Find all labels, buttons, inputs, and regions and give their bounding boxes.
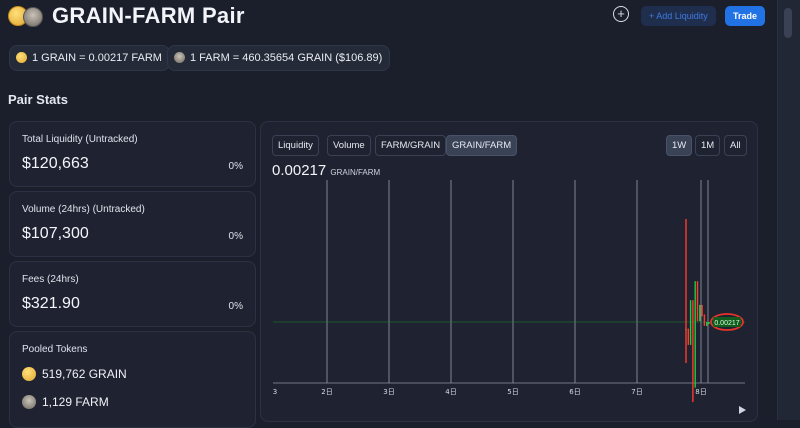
chart-price-unit: GRAIN/FARM (330, 168, 381, 177)
stat-change: 0% (228, 301, 243, 312)
play-icon[interactable] (739, 406, 746, 414)
farm-token-icon (23, 7, 43, 27)
farm-price-text: 1 FARM = 460.35654 GRAIN ($106.89) (190, 52, 383, 64)
stat-label: Fees (24hrs) (22, 274, 79, 285)
range-all[interactable]: All (724, 135, 747, 156)
x-tick-label: 6日 (569, 388, 580, 396)
stat-value: $107,300 (22, 225, 89, 242)
x-tick-label: 8日 (695, 388, 706, 396)
range-1m[interactable]: 1M (695, 135, 721, 156)
tab-grain-farm[interactable]: GRAIN/FARM (446, 135, 518, 156)
stat-change: 0% (228, 161, 243, 172)
x-tick-label: 2日 (321, 388, 332, 396)
tab-farm-grain[interactable]: FARM/GRAIN (375, 135, 447, 156)
x-tick-label: 4日 (445, 388, 456, 396)
farm-token-icon (22, 395, 36, 409)
pooled-tokens-card: Pooled Tokens 519,762 GRAIN 1,129 FARM (9, 331, 256, 428)
page-title: GRAIN-FARM Pair (52, 3, 245, 28)
stat-label: Volume (24hrs) (Untracked) (22, 204, 145, 215)
range-1w[interactable]: 1W (666, 135, 693, 156)
liquidity-card: Total Liquidity (Untracked) $120,663 0% (9, 121, 256, 187)
x-tick-label: 3日 (383, 388, 394, 396)
x-tick-label: 7日 (631, 388, 642, 396)
price-marker-label: 0.00217 (714, 320, 739, 327)
page-scrollbar[interactable] (777, 0, 800, 420)
pooled-grain-row: 519,762 GRAIN (22, 367, 127, 381)
pooled-farm-amount: 1,129 FARM (42, 395, 109, 409)
farm-price-pill[interactable]: 1 FARM = 460.35654 GRAIN ($106.89) (167, 45, 391, 71)
farm-token-icon (174, 52, 185, 63)
grain-token-icon (22, 367, 36, 381)
x-tick-label: 3 (273, 388, 277, 396)
fees-card: Fees (24hrs) $321.90 0% (9, 261, 256, 327)
volume-card: Volume (24hrs) (Untracked) $107,300 0% (9, 191, 256, 257)
stat-label: Pooled Tokens (22, 344, 88, 355)
section-title: Pair Stats (8, 92, 68, 107)
pooled-grain-amount: 519,762 GRAIN (42, 367, 127, 381)
pooled-farm-row: 1,129 FARM (22, 395, 109, 409)
grain-token-icon (16, 52, 27, 63)
x-tick-label: 5日 (507, 388, 518, 396)
trade-button[interactable]: Trade (725, 6, 765, 26)
scrollbar-thumb[interactable] (784, 8, 792, 38)
tab-volume[interactable]: Volume (327, 135, 371, 156)
price-chart[interactable]: 3 2日 3日 4日 5日 6日 7日 8日 0.00217 (261, 177, 757, 402)
stat-value: $321.90 (22, 295, 80, 312)
tab-liquidity[interactable]: Liquidity (272, 135, 319, 156)
pair-logos (8, 6, 43, 27)
add-favorite-icon[interactable]: + (613, 6, 629, 22)
chart-card: Liquidity Volume FARM/GRAIN GRAIN/FARM 1… (260, 121, 758, 422)
stat-label: Total Liquidity (Untracked) (22, 134, 138, 145)
stat-value: $120,663 (22, 155, 89, 172)
stat-change: 0% (228, 231, 243, 242)
add-liquidity-button[interactable]: + Add Liquidity (641, 6, 716, 26)
grain-price-pill[interactable]: 1 GRAIN = 0.00217 FARM (9, 45, 170, 71)
page-header: GRAIN-FARM Pair + + Add Liquidity Trade (8, 2, 768, 32)
grain-price-text: 1 GRAIN = 0.00217 FARM (32, 52, 162, 64)
